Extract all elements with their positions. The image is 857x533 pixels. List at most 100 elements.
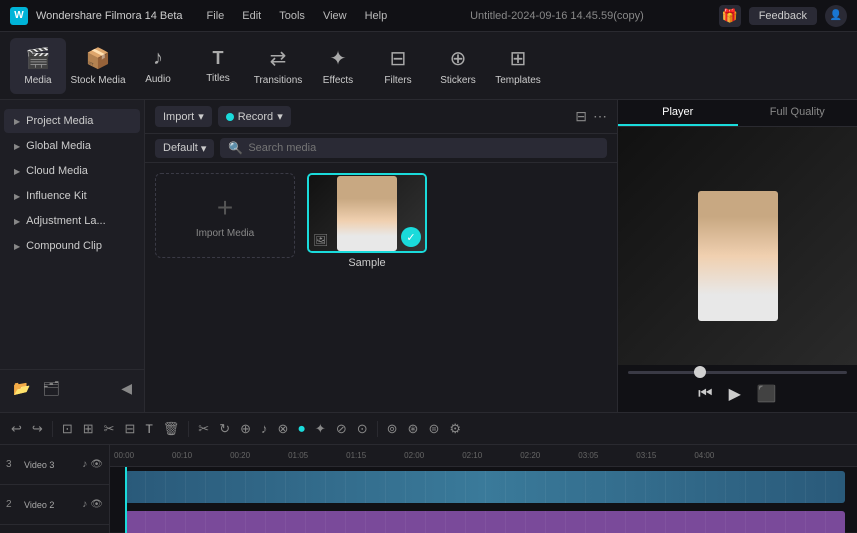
- rotate-button[interactable]: ↻: [216, 419, 233, 439]
- toolbar-effects[interactable]: ✦ Effects: [310, 38, 366, 94]
- transitions-label: Transitions: [254, 75, 303, 86]
- settings-button[interactable]: ⚙: [446, 419, 464, 439]
- clip-thumbnail-pattern: [125, 511, 845, 533]
- sidebar-item-influence-kit[interactable]: ▶ Influence Kit: [4, 184, 140, 208]
- sample-label: Sample: [307, 257, 427, 269]
- playhead: [125, 467, 127, 533]
- split-tool[interactable]: ⊟: [122, 419, 139, 439]
- ruler-mark-1: 00:10: [172, 451, 192, 460]
- tab-player[interactable]: Player: [618, 100, 738, 126]
- stock-media-label: Stock Media: [70, 75, 125, 86]
- snapshot-button[interactable]: ⬛: [757, 384, 777, 404]
- menu-tools[interactable]: Tools: [271, 8, 313, 24]
- redo-button[interactable]: ↪: [29, 419, 46, 439]
- menu-bar: File Edit Tools View Help: [199, 8, 396, 24]
- track-controls-2: ♪ 👁: [82, 499, 103, 510]
- sort-dropdown[interactable]: Default ▾: [155, 139, 214, 158]
- clip-video3[interactable]: [125, 471, 845, 503]
- ai-tools-button[interactable]: ⊛: [405, 419, 422, 439]
- record-dropdown[interactable]: Record ▾: [218, 106, 291, 127]
- sidebar-item-global-media[interactable]: ▶ Global Media: [4, 134, 140, 158]
- filter-icon[interactable]: ⊟: [575, 108, 587, 125]
- stock-media-icon: 📦: [86, 46, 111, 71]
- sidebar-label: Compound Clip: [26, 240, 102, 252]
- media-toolbar-left: Import ▾ Record ▾: [155, 106, 291, 127]
- toolbar-stickers[interactable]: ⊕ Stickers: [430, 38, 486, 94]
- toolbar-templates[interactable]: ⊞ Templates: [490, 38, 546, 94]
- timeline-clips: [110, 467, 857, 533]
- track-number-2: 2: [6, 499, 20, 510]
- sidebar-item-cloud-media[interactable]: ▶ Cloud Media: [4, 159, 140, 183]
- scrubber-track[interactable]: [628, 371, 847, 374]
- audio-icon: ♪: [153, 47, 163, 70]
- import-dropdown[interactable]: Import ▾: [155, 106, 212, 127]
- clip-track-video3: [110, 467, 857, 507]
- tab-full-quality[interactable]: Full Quality: [738, 100, 857, 126]
- toolbar-transitions[interactable]: ⇄ Transitions: [250, 38, 306, 94]
- audio-button[interactable]: ♪: [258, 419, 271, 438]
- go-to-start-button[interactable]: ⏮: [698, 385, 712, 403]
- ruler-mark-8: 03:05: [578, 451, 598, 460]
- ruler-mark-3: 01:05: [288, 451, 308, 460]
- scene-detection-button[interactable]: ⊚: [384, 419, 401, 439]
- track-audio-icon[interactable]: ♪: [82, 459, 87, 470]
- undo-button[interactable]: ↩: [8, 419, 25, 439]
- feedback-button[interactable]: Feedback: [749, 7, 817, 25]
- more-options-icon[interactable]: ⋯: [593, 108, 607, 125]
- transitions-icon: ⇄: [270, 46, 287, 71]
- gift-icon[interactable]: 🎁: [719, 5, 741, 27]
- clip-video2[interactable]: [125, 511, 845, 533]
- cut-tool[interactable]: ✂: [101, 419, 118, 439]
- speed-button[interactable]: ⊕: [237, 419, 254, 439]
- record-track-button[interactable]: ⏺: [295, 419, 308, 439]
- person-visual: [337, 176, 397, 251]
- sidebar-item-adjustment-layer[interactable]: ▶ Adjustment La...: [4, 209, 140, 233]
- menu-file[interactable]: File: [199, 8, 233, 24]
- more-button[interactable]: ⊜: [425, 419, 442, 439]
- new-folder-icon[interactable]: 🗂: [39, 378, 63, 399]
- add-folder-icon[interactable]: 📂: [10, 378, 33, 399]
- import-media-card[interactable]: + Import Media: [155, 173, 295, 258]
- media-label: Media: [24, 75, 51, 86]
- track-mute-icon[interactable]: 👁: [90, 499, 103, 510]
- play-button[interactable]: ▶: [729, 384, 741, 404]
- stabilize-button[interactable]: ⊙: [354, 419, 371, 439]
- ruler-mark-5: 02:00: [404, 451, 424, 460]
- toolbar-stock-media[interactable]: 📦 Stock Media: [70, 38, 126, 94]
- track-audio-icon[interactable]: ♪: [82, 499, 87, 510]
- account-icon[interactable]: 👤: [825, 5, 847, 27]
- toolbar-filters[interactable]: ⊟ Filters: [370, 38, 426, 94]
- menu-view[interactable]: View: [315, 8, 355, 24]
- toolbar-titles[interactable]: T Titles: [190, 38, 246, 94]
- preview-scrubber[interactable]: [618, 365, 857, 380]
- menu-edit[interactable]: Edit: [234, 8, 269, 24]
- crop-button[interactable]: ✂: [195, 419, 212, 439]
- collapse-icon[interactable]: ◀: [118, 378, 135, 399]
- preview-tabs: Player Full Quality: [618, 100, 857, 127]
- sidebar-label: Global Media: [26, 140, 91, 152]
- sidebar-item-project-media[interactable]: ▶ Project Media: [4, 109, 140, 133]
- text-tool[interactable]: T: [142, 420, 155, 438]
- ripple-edit-tool[interactable]: ⊞: [80, 419, 97, 439]
- plus-icon: +: [217, 192, 233, 224]
- motion-button[interactable]: ⊘: [333, 419, 350, 439]
- search-input[interactable]: [248, 142, 599, 154]
- preview-panel: Player Full Quality ⏮ ▶ ⬛: [617, 100, 857, 412]
- track-mute-icon[interactable]: 👁: [90, 459, 103, 470]
- toolbar-audio[interactable]: ♪ Audio: [130, 38, 186, 94]
- color-button[interactable]: ⊗: [275, 419, 292, 439]
- effects-button[interactable]: ✦: [312, 419, 329, 439]
- media-icon: 🎬: [26, 46, 51, 71]
- sidebar-item-compound-clip[interactable]: ▶ Compound Clip: [4, 234, 140, 258]
- scrubber-thumb[interactable]: [694, 366, 706, 378]
- toolbar-media[interactable]: 🎬 Media: [10, 38, 66, 94]
- import-chevron-icon: ▾: [198, 110, 204, 123]
- sample-thumb-image[interactable]: 🖼 ✓: [307, 173, 427, 253]
- menu-help[interactable]: Help: [357, 8, 396, 24]
- preview-background: [618, 127, 857, 365]
- record-dot-icon: [226, 113, 234, 121]
- window-title: Untitled-2024-09-16 14.45.59(copy): [403, 10, 710, 22]
- arrow-icon: ▶: [14, 192, 20, 201]
- delete-button[interactable]: 🗑: [160, 419, 183, 439]
- select-tool[interactable]: ⊡: [59, 419, 76, 439]
